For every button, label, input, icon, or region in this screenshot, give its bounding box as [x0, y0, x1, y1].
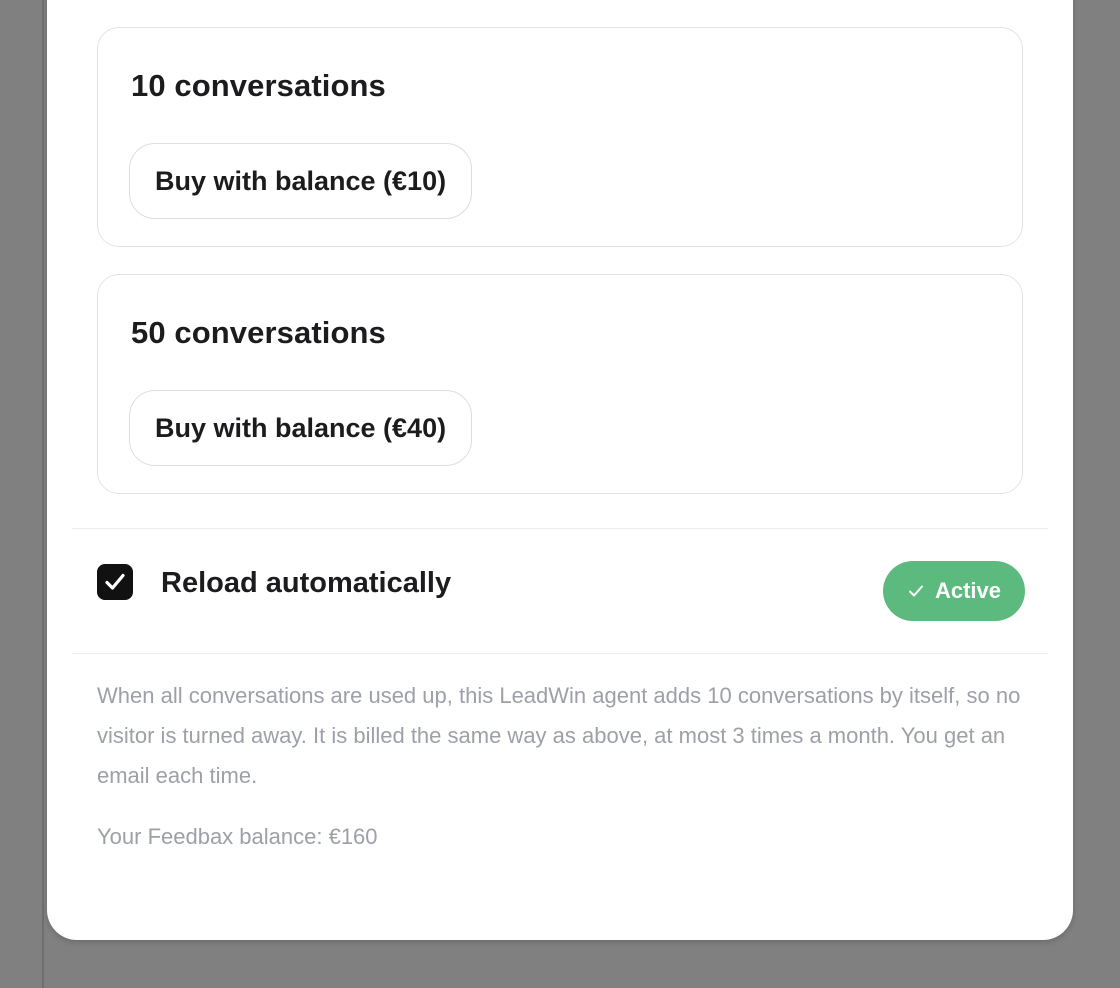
divider	[72, 653, 1048, 654]
package-title: 50 conversations	[131, 315, 386, 350]
status-label: Active	[934, 578, 1002, 603]
balance-text: Your Feedbax balance: €160	[97, 824, 378, 849]
check-icon	[105, 573, 125, 590]
auto-reload-description: When all conversations are used up, this…	[97, 683, 1021, 788]
package-card-10: 10 conversations Buy with balance (€10)	[97, 27, 1023, 247]
reload-automatically-checkbox[interactable]	[97, 564, 133, 600]
purchase-modal: 10 conversations Buy with balance (€10) …	[47, 0, 1073, 940]
buy-with-balance-button[interactable]: Buy with balance (€10)	[129, 143, 473, 219]
package-title: 10 conversations	[131, 68, 386, 103]
background-panel-edge	[42, 0, 44, 988]
divider	[72, 528, 1048, 529]
reload-automatically-label: Reload automatically	[161, 567, 452, 599]
status-badge: Active	[883, 561, 1025, 621]
checkmark-icon	[908, 585, 923, 597]
package-card-50: 50 conversations Buy with balance (€40)	[97, 274, 1023, 494]
buy-with-balance-button[interactable]: Buy with balance (€40)	[129, 390, 473, 466]
